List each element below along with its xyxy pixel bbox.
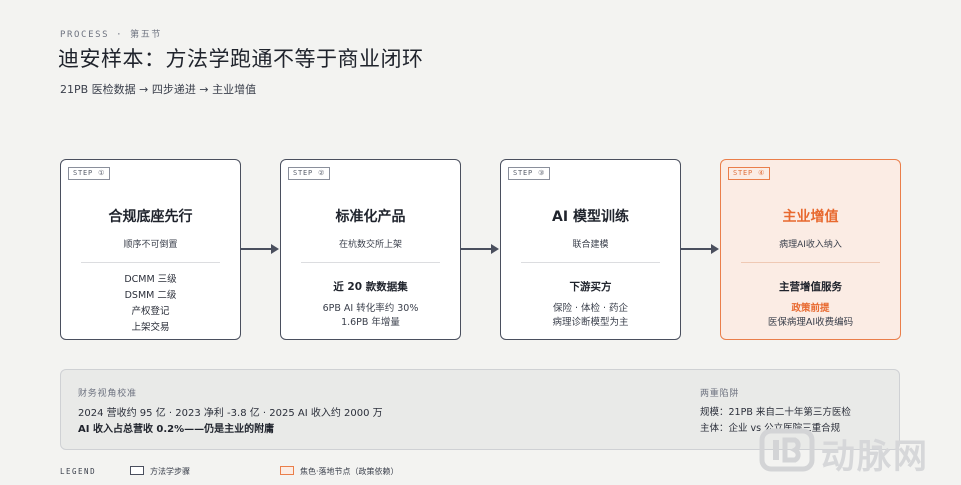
step-tag: STEP ③: [508, 167, 551, 180]
step-list: DCMM 三级 DSMM 二级 产权登记 上架交易: [61, 272, 240, 336]
page-title: 迪安样本：方法学跑通不等于商业闭环: [58, 47, 424, 71]
step-highlight: 近 20 款数据集: [333, 281, 408, 293]
legend-item-method: 方法学步骤: [130, 466, 190, 477]
detail-line: 医保病理AI收费编码: [767, 317, 854, 328]
step-subtitle: 在杭数交所上架: [338, 240, 402, 250]
legend-swatch: [280, 466, 294, 475]
step-highlight: 主营增值服务: [779, 281, 842, 293]
step-divider: [521, 262, 660, 263]
legend-swatch: [130, 466, 144, 475]
step-details: 保险 · 体检 · 药企 病理诊断模型为主: [501, 302, 680, 330]
step-title: 主业增值: [782, 209, 839, 225]
step-card-compliance: STEP ① 合规底座先行 顺序不可倒置 DCMM 三级 DSMM 二级 产权登…: [60, 159, 241, 340]
detail-line: 1.6PB 年增量: [341, 317, 400, 328]
finance-line: 2024 营收约 95 亿 · 2023 净利 -3.8 亿 · 2025 AI…: [78, 408, 383, 419]
step-tag: STEP ④: [728, 167, 771, 180]
step-divider: [741, 262, 880, 263]
step-divider: [81, 262, 220, 263]
step-card-core-value: STEP ④ 主业增值 病理AI收入纳入 主营增值服务 政策前提 医保病理AI收…: [720, 159, 901, 340]
list-item: DCMM 三级: [124, 274, 177, 285]
step-tag: STEP ①: [68, 167, 111, 180]
flow-arrow: [461, 244, 499, 254]
step-title: AI 模型训练: [552, 209, 629, 225]
watermark-logo-icon: [759, 428, 815, 472]
traps-label: 两重陷阱: [700, 389, 740, 399]
step-subtitle: 病理AI收入纳入: [779, 240, 842, 250]
detail-line: 病理诊断模型为主: [552, 317, 629, 328]
step-subtitle: 联合建模: [572, 240, 609, 250]
policy-label: 政策前提: [791, 303, 830, 314]
flow-arrow: [681, 244, 719, 254]
detail-line: 保险 · 体检 · 药企: [552, 303, 629, 314]
step-details: 6PB AI 转化率约 30% 1.6PB 年增量: [281, 302, 460, 330]
step-title: 标准化产品: [335, 209, 406, 225]
legend-label: 方法学步骤: [150, 467, 190, 476]
finance-conclusion: AI 收入占总营收 0.2%——仍是主业的附庸: [78, 424, 275, 435]
step-card-product: STEP ② 标准化产品 在杭数交所上架 近 20 款数据集 6PB AI 转化…: [280, 159, 461, 340]
step-highlight: 下游买方: [569, 281, 612, 293]
trap-scale: 规模：21PB 来自二十年第三方医检: [700, 407, 851, 418]
page-subtitle: 21PB 医检数据 → 四步递进 → 主业增值: [60, 83, 257, 96]
step-tag: STEP ②: [288, 167, 331, 180]
finance-label: 财务视角校准: [78, 389, 137, 399]
watermark: 动脉网: [753, 425, 953, 477]
legend-label: 焦色·落地节点（政策依赖）: [300, 467, 399, 476]
step-divider: [301, 262, 440, 263]
list-item: 上架交易: [131, 322, 170, 333]
legend-title: LEGEND: [60, 467, 97, 476]
detail-line: 6PB AI 转化率约 30%: [322, 303, 419, 314]
step-card-ai-training: STEP ③ AI 模型训练 联合建模 下游买方 保险 · 体检 · 药企 病理…: [500, 159, 681, 340]
list-item: 产权登记: [131, 306, 170, 317]
list-item: DSMM 二级: [124, 290, 177, 301]
step-title: 合规底座先行: [108, 209, 193, 225]
step-details: 政策前提 医保病理AI收费编码: [721, 302, 900, 330]
step-subtitle: 顺序不可倒置: [123, 240, 178, 250]
section-kicker: PROCESS · 第五节: [60, 30, 162, 40]
legend-item-landing: 焦色·落地节点（政策依赖）: [280, 466, 399, 477]
watermark-text: 动脉网: [821, 437, 929, 477]
flow-arrow: [241, 244, 279, 254]
